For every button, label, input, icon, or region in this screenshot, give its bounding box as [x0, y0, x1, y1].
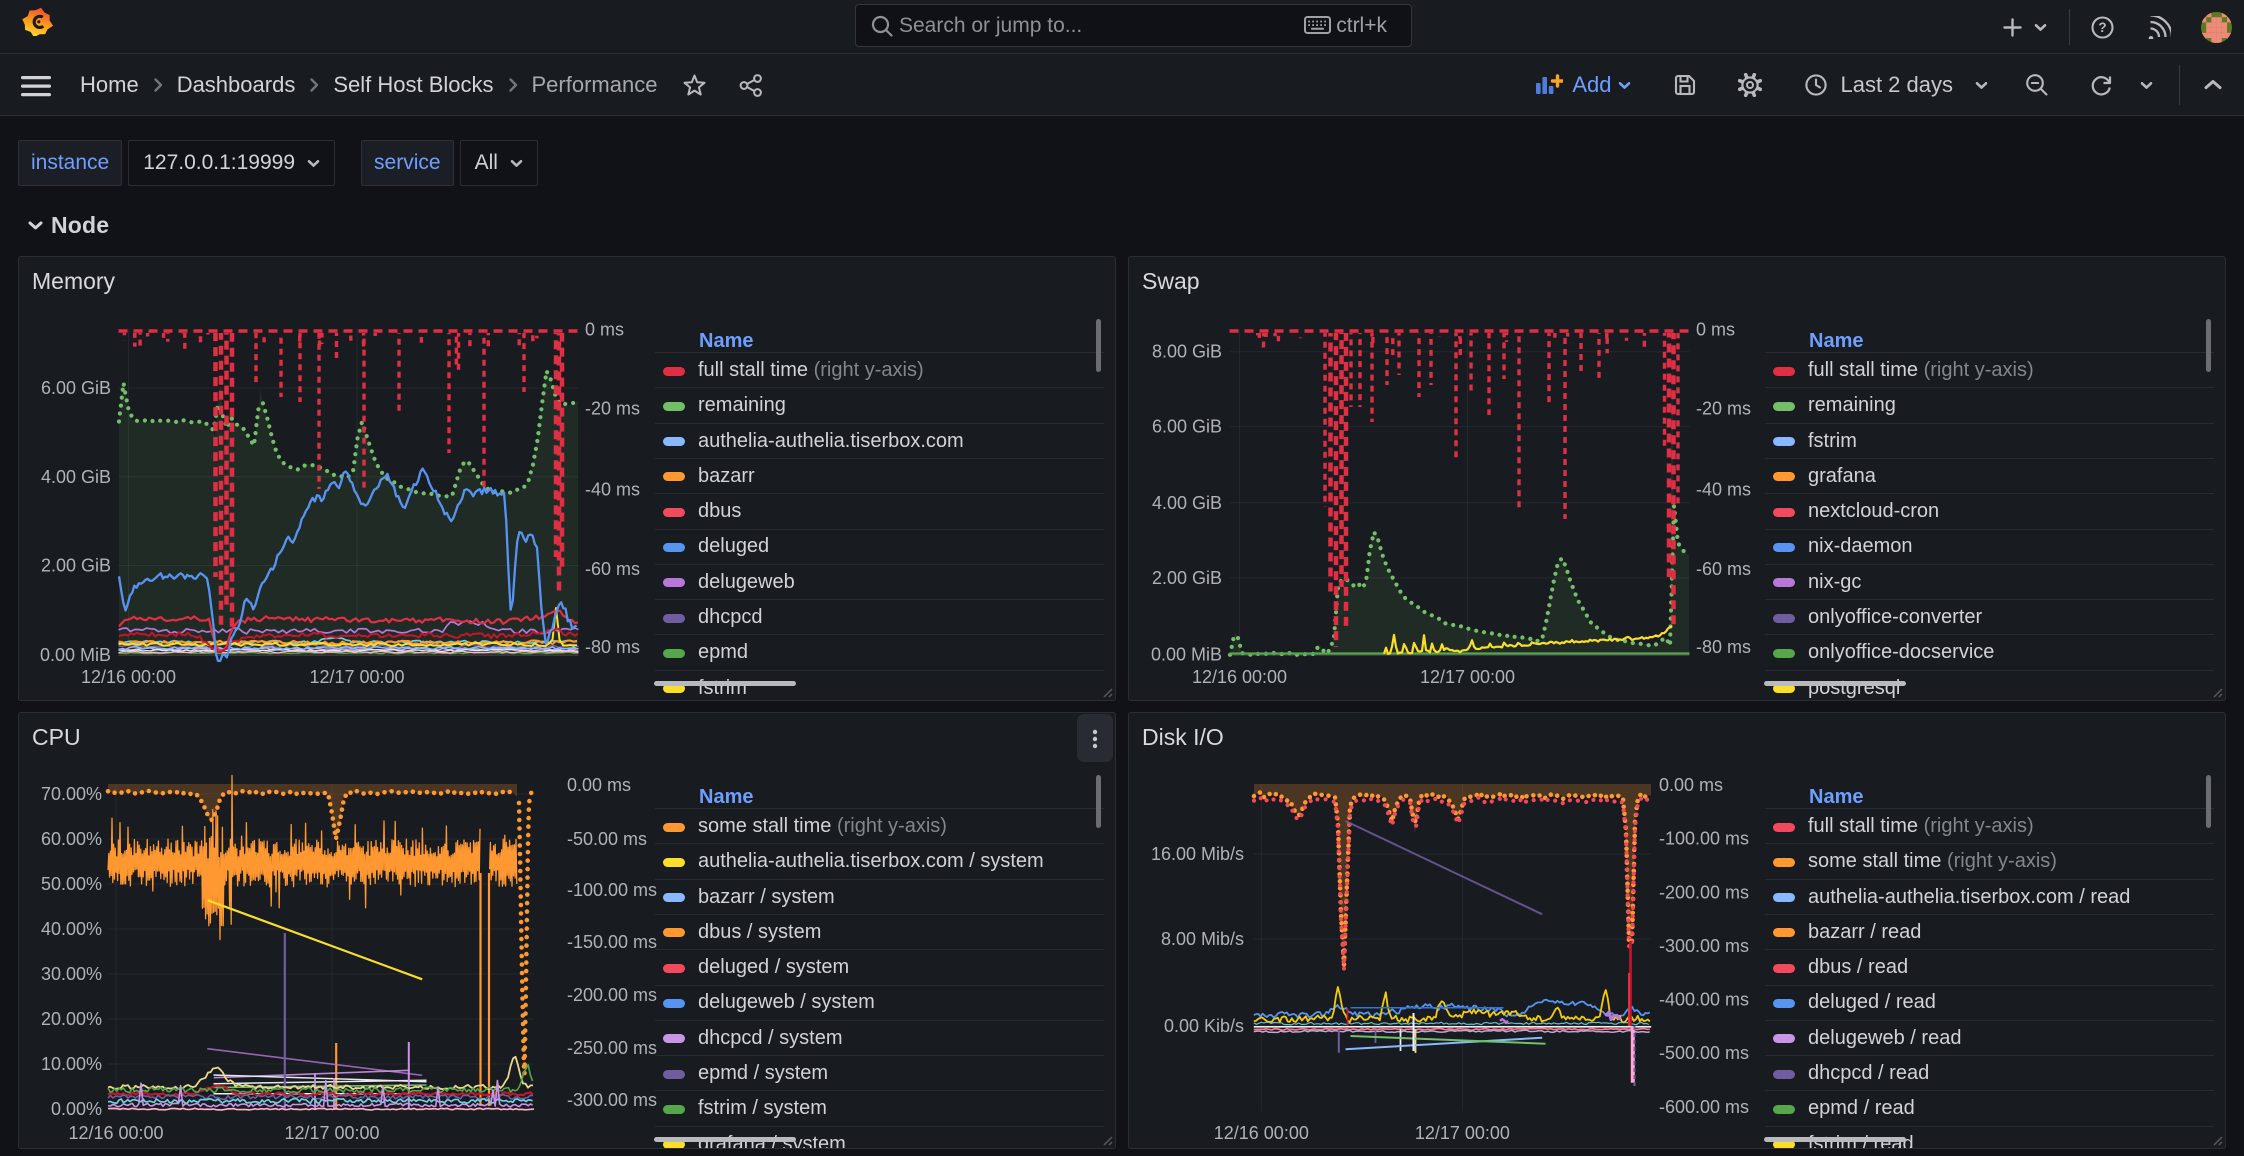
svg-text:12/17 00:00: 12/17 00:00	[1415, 1123, 1510, 1143]
svg-text:8.00 Mib/s: 8.00 Mib/s	[1161, 929, 1244, 949]
svg-text:-20 ms: -20 ms	[585, 398, 640, 418]
svg-text:6.00 GiB: 6.00 GiB	[41, 378, 111, 398]
svg-text:-250.00 ms: -250.00 ms	[567, 1038, 657, 1058]
svg-text:-150.00 ms: -150.00 ms	[567, 932, 657, 952]
svg-text:-200.00 ms: -200.00 ms	[1659, 882, 1749, 902]
svg-text:-200.00 ms: -200.00 ms	[567, 985, 657, 1005]
svg-text:-40 ms: -40 ms	[585, 480, 640, 500]
svg-text:50.00%: 50.00%	[41, 874, 102, 894]
svg-text:12/16 00:00: 12/16 00:00	[1214, 1123, 1309, 1143]
svg-text:-100.00 ms: -100.00 ms	[1659, 829, 1749, 849]
svg-text:-60 ms: -60 ms	[585, 559, 640, 579]
svg-text:?: ?	[2098, 20, 2106, 35]
svg-text:0.00 Kib/s: 0.00 Kib/s	[1164, 1016, 1244, 1036]
svg-text:10.00%: 10.00%	[41, 1054, 102, 1074]
svg-text:-100.00 ms: -100.00 ms	[567, 880, 657, 900]
svg-text:0 ms: 0 ms	[585, 320, 624, 340]
svg-text:0.00%: 0.00%	[51, 1099, 102, 1119]
svg-text:-80 ms: -80 ms	[1696, 637, 1751, 657]
svg-text:-300.00 ms: -300.00 ms	[567, 1090, 657, 1110]
svg-text:60.00%: 60.00%	[41, 829, 102, 849]
svg-text:6.00 GiB: 6.00 GiB	[1152, 417, 1222, 437]
svg-text:12/17 00:00: 12/17 00:00	[284, 1123, 379, 1143]
svg-text:0.00 ms: 0.00 ms	[1659, 775, 1723, 795]
svg-text:30.00%: 30.00%	[41, 964, 102, 984]
svg-text:-50.00 ms: -50.00 ms	[567, 829, 647, 849]
svg-text:0.00 ms: 0.00 ms	[567, 775, 631, 795]
svg-text:20.00%: 20.00%	[41, 1009, 102, 1029]
svg-text:2.00 GiB: 2.00 GiB	[1152, 568, 1222, 588]
svg-text:8.00 GiB: 8.00 GiB	[1152, 342, 1222, 362]
svg-text:4.00 GiB: 4.00 GiB	[41, 467, 111, 487]
svg-text:-300.00 ms: -300.00 ms	[1659, 936, 1749, 956]
svg-text:-40 ms: -40 ms	[1696, 480, 1751, 500]
svg-text:0 ms: 0 ms	[1696, 320, 1735, 340]
svg-text:-80 ms: -80 ms	[585, 637, 640, 657]
svg-text:-400.00 ms: -400.00 ms	[1659, 990, 1749, 1010]
svg-text:12/16 00:00: 12/16 00:00	[1192, 667, 1287, 687]
svg-text:-600.00 ms: -600.00 ms	[1659, 1097, 1749, 1117]
svg-text:2.00 GiB: 2.00 GiB	[41, 556, 111, 576]
svg-text:-20 ms: -20 ms	[1696, 398, 1751, 418]
svg-text:40.00%: 40.00%	[41, 919, 102, 939]
svg-text:-500.00 ms: -500.00 ms	[1659, 1043, 1749, 1063]
svg-text:4.00 GiB: 4.00 GiB	[1152, 493, 1222, 513]
svg-text:12/17 00:00: 12/17 00:00	[1420, 667, 1515, 687]
svg-text:12/16 00:00: 12/16 00:00	[68, 1123, 163, 1143]
svg-text:70.00%: 70.00%	[41, 784, 102, 804]
svg-text:12/17 00:00: 12/17 00:00	[309, 667, 404, 687]
svg-text:0.00 MiB: 0.00 MiB	[1151, 645, 1222, 665]
svg-text:12/16 00:00: 12/16 00:00	[81, 667, 176, 687]
svg-text:16.00 Mib/s: 16.00 Mib/s	[1151, 844, 1244, 864]
svg-text:0.00 MiB: 0.00 MiB	[40, 645, 111, 665]
svg-text:-60 ms: -60 ms	[1696, 559, 1751, 579]
